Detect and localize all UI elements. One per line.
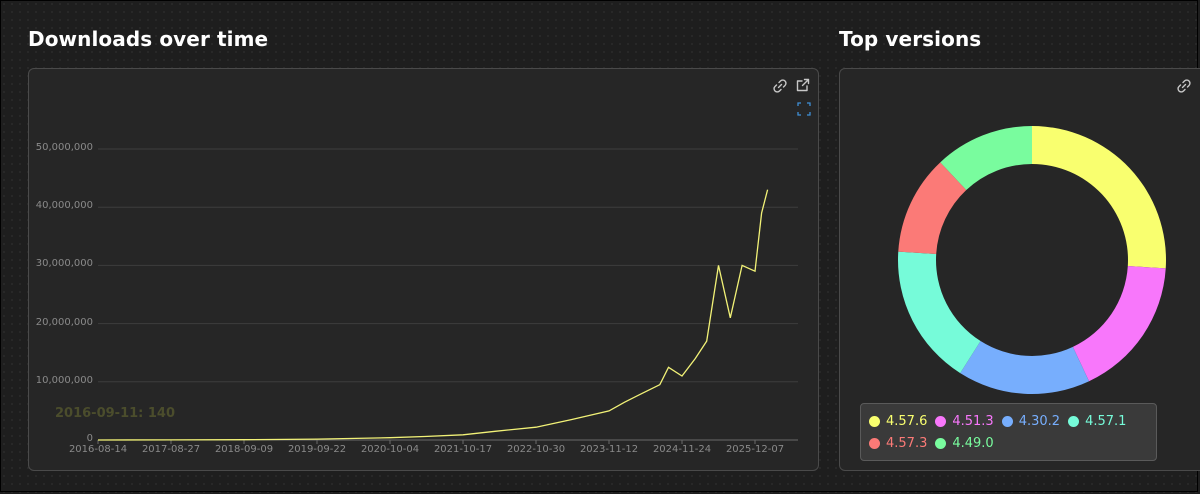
legend-label: 4.57.6 bbox=[886, 413, 928, 429]
x-tick-label: 2023-11-12 bbox=[579, 444, 639, 455]
donut-slice-4-57-6[interactable] bbox=[1032, 126, 1166, 269]
y-tick-label: 40,000,000 bbox=[35, 200, 93, 212]
y-tick-label: 0 bbox=[86, 433, 93, 444]
y-tick-label: 30,000,000 bbox=[35, 258, 93, 270]
x-tick-label: 2020-10-04 bbox=[360, 444, 420, 455]
legend-dot bbox=[869, 437, 880, 449]
legend-label: 4.49.0 bbox=[952, 435, 994, 451]
versions-chart-card: 4.57.6 4.51.3 4.30.2 4.57.1 4.57.3 4.49.… bbox=[839, 68, 1200, 471]
versions-legend: 4.57.6 4.51.3 4.30.2 4.57.1 4.57.3 4.49.… bbox=[860, 403, 1157, 461]
legend-dot bbox=[1068, 415, 1080, 427]
legend-item-4-49-0[interactable]: 4.49.0 bbox=[935, 435, 994, 451]
x-tick-label: 2016-08-14 bbox=[68, 444, 128, 455]
legend-row: 4.57.3 4.49.0 bbox=[869, 432, 1148, 454]
donut-slice-4-30-2[interactable] bbox=[960, 341, 1090, 394]
legend-label: 4.57.1 bbox=[1085, 413, 1127, 429]
legend-item-4-51-3[interactable]: 4.51.3 bbox=[935, 413, 994, 429]
x-tick-label: 2022-10-30 bbox=[506, 444, 566, 455]
x-tick-label: 2018-09-09 bbox=[214, 444, 274, 455]
legend-item-4-57-1[interactable]: 4.57.1 bbox=[1068, 414, 1126, 429]
legend-dot bbox=[1001, 415, 1013, 427]
legend-label: 4.30.2 bbox=[1018, 413, 1061, 429]
legend-row: 4.57.6 4.51.3 4.30.2 4.57.1 bbox=[869, 410, 1148, 432]
donut-slice-4-57-1[interactable] bbox=[898, 251, 981, 374]
legend-item-4-57-3[interactable]: 4.57.3 bbox=[869, 436, 927, 451]
hover-tooltip-label: 2016-09-11: 140 bbox=[55, 406, 176, 421]
downloads-section-title: Downloads over time bbox=[28, 27, 269, 51]
legend-label: 4.57.3 bbox=[886, 435, 928, 451]
x-tick-label: 2019-09-22 bbox=[287, 444, 347, 455]
y-tick-label: 20,000,000 bbox=[35, 316, 93, 328]
downloads-chart-card: 0 10,000,000 20,000,000 30,000,000 40,000,00… bbox=[28, 68, 819, 471]
donut-slice-4-51-3[interactable] bbox=[1072, 266, 1166, 382]
x-tick-label: 2021-10-17 bbox=[433, 444, 493, 455]
x-tick-label: 2017-08-27 bbox=[141, 444, 201, 455]
downloads-series-line[interactable] bbox=[97, 189, 769, 441]
versions-donut-chart[interactable] bbox=[840, 69, 1200, 399]
y-tick-label: 50,000,000 bbox=[35, 142, 93, 153]
legend-item-4-57-6[interactable]: 4.57.6 bbox=[869, 414, 927, 429]
legend-dot bbox=[935, 415, 947, 427]
legend-dot bbox=[869, 415, 880, 427]
legend-item-4-30-2[interactable]: 4.30.2 bbox=[1001, 413, 1061, 429]
y-tick-label: 10,000,000 bbox=[35, 374, 93, 386]
legend-label: 4.51.3 bbox=[952, 413, 994, 429]
legend-dot bbox=[935, 437, 947, 449]
x-tick-label: 2024-11-24 bbox=[652, 444, 712, 455]
x-tick-label: 2025-12-07 bbox=[725, 444, 785, 455]
versions-section-title: Top versions bbox=[839, 27, 982, 51]
